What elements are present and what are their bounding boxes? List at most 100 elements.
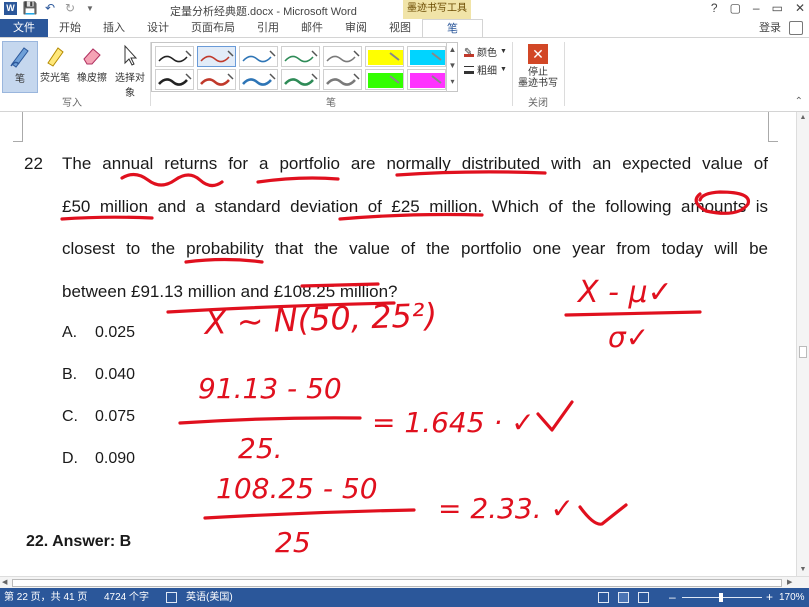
login-link[interactable]: 登录 [759, 19, 781, 38]
customize-icon[interactable]: ▼ [83, 1, 97, 15]
ink-calc2-result: = 2.33. ✓ [438, 492, 574, 525]
eraser-tool-button[interactable]: 橡皮擦 [74, 41, 110, 93]
ink-fraction-bar-1 [178, 416, 362, 425]
zoom-out-button[interactable]: – [669, 588, 676, 607]
pen-swatch-pen[interactable] [239, 69, 278, 90]
answer-line: 22. Answer: B [26, 533, 132, 550]
window-title: 定量分析经典题.docx - Microsoft Word [170, 6, 357, 18]
pen-swatch-pen[interactable] [281, 46, 320, 67]
tab-pen[interactable]: 笔 [422, 19, 483, 37]
ink-underline-portfolio [256, 176, 340, 184]
question-number: 22 [24, 154, 43, 173]
pen-swatch-pen[interactable] [323, 46, 362, 67]
ink-calc2-denominator: 25 [275, 526, 311, 559]
stop-label-2: 墨迹书写 [518, 78, 558, 89]
chevron-down-icon: ▼ [500, 48, 507, 55]
pen-swatch-pen[interactable] [323, 69, 362, 90]
color-label: 颜色 [477, 48, 497, 59]
pen-tool-label: 笔 [15, 74, 25, 85]
pen-swatch-highlighter[interactable] [407, 69, 446, 90]
context-tab-group-title: 墨迹书写工具 [403, 0, 471, 19]
pen-swatch-pen[interactable] [155, 46, 194, 67]
language[interactable]: 英语(美国) [186, 588, 233, 607]
print-layout-icon[interactable] [618, 592, 629, 603]
vertical-scrollbar[interactable]: ▲ ▼ [796, 112, 809, 576]
document-page[interactable]: 22 The annual returns for a portfolio ar… [0, 112, 796, 576]
collapse-ribbon-icon[interactable]: ⌃ [795, 96, 803, 107]
select-objects-button[interactable]: 选择对象 [111, 41, 149, 99]
redo-icon[interactable]: ↻ [63, 1, 77, 15]
ink-calc1-denominator: 25. [238, 432, 283, 465]
highlighter-tool-button[interactable]: 荧光笔 [37, 41, 73, 93]
pen-swatch-pen[interactable] [197, 69, 236, 90]
quick-access-toolbar: W 💾 ↶ ↻ ▼ [4, 1, 97, 15]
scroll-up-icon[interactable]: ▲ [797, 112, 809, 124]
pen-swatch-pen[interactable] [155, 69, 194, 90]
web-layout-icon[interactable] [638, 592, 649, 603]
write-group-label: 写入 [62, 98, 82, 109]
scroll-down-icon[interactable]: ▼ [797, 564, 809, 576]
option-b-value: 0.040 [95, 366, 136, 383]
ink-check-1 [536, 400, 574, 432]
tab-file[interactable]: 文件 [0, 19, 48, 37]
gallery-up-icon[interactable]: ▲ [447, 42, 458, 58]
stop-label-1: 停止 [528, 67, 548, 78]
stop-inking-button[interactable]: ✕ 停止 墨迹书写 [518, 42, 558, 89]
tab-references[interactable]: 引用 [246, 19, 290, 37]
option-a-letter: A. [62, 324, 78, 341]
ink-calc1-result: = 1.645 · ✓ [372, 406, 535, 439]
word-logo-icon: W [4, 1, 17, 15]
tab-insert[interactable]: 插入 [92, 19, 136, 37]
tab-view[interactable]: 视图 [378, 19, 422, 37]
help-button[interactable]: ? [711, 1, 718, 15]
margin-marker-right [768, 112, 778, 142]
ink-underline-50-million [60, 215, 154, 221]
word-count[interactable]: 4724 个字 [104, 588, 149, 607]
undo-icon[interactable]: ↶ [43, 1, 57, 15]
scroll-down-group: ▼ [797, 564, 809, 576]
tab-home[interactable]: 开始 [48, 19, 92, 37]
pen-group-label: 笔 [326, 98, 336, 109]
close-x-icon: ✕ [528, 44, 548, 64]
ink-underline-probability [184, 257, 264, 264]
tab-review[interactable]: 审阅 [334, 19, 378, 37]
account-icon[interactable] [789, 21, 803, 35]
zoom-level[interactable]: 170% [779, 588, 805, 607]
read-mode-icon[interactable] [598, 592, 609, 603]
pen-swatch-highlighter[interactable] [365, 69, 404, 90]
restore-button[interactable]: ▭ [772, 1, 783, 15]
pen-swatch-pen[interactable] [197, 46, 236, 67]
minimize-button[interactable]: – [753, 1, 760, 15]
horizontal-scroll-thumb[interactable] [12, 579, 782, 587]
ink-calc2-numerator: 108.25 - 50 [216, 472, 378, 505]
group-divider [564, 42, 565, 106]
tab-design[interactable]: 设计 [136, 19, 180, 37]
color-dropdown[interactable]: ✎ 颜色 ▼ [464, 44, 507, 59]
zoom-in-button[interactable]: + [766, 588, 773, 607]
pen-swatch-pen[interactable] [239, 46, 278, 67]
window-controls: ? ▢ – ▭ ✕ [711, 1, 805, 15]
thickness-dropdown[interactable]: 粗细 ▼ [464, 62, 507, 77]
gallery-more-icon[interactable]: ▾ [447, 74, 458, 90]
page-count[interactable]: 第 22 页，共 41 页 [4, 588, 87, 607]
option-c-letter: C. [62, 408, 78, 425]
horizontal-scrollbar[interactable]: ◀ ▶ [0, 576, 809, 588]
option-b-letter: B. [62, 366, 78, 383]
close-button[interactable]: ✕ [795, 1, 805, 15]
save-icon[interactable]: 💾 [23, 1, 38, 15]
vertical-scroll-thumb[interactable] [799, 346, 807, 358]
option-d-value: 0.090 [95, 450, 136, 467]
pen-swatch-highlighter[interactable] [407, 46, 446, 67]
pen-tool-button[interactable]: 笔 [2, 41, 38, 93]
pen-swatch-highlighter[interactable] [365, 46, 404, 67]
title-bar: W 💾 ↶ ↻ ▼ 定量分析经典题.docx - Microsoft Word … [0, 0, 809, 19]
ribbon-pen-panel: 笔 荧光笔 橡皮擦 选择对象 写入 ▲ ▼ ▾ ✎ 颜色 ▼ 粗细 ▼ 笔 ✕ [0, 38, 809, 112]
ribbon-display-button[interactable]: ▢ [730, 1, 741, 15]
gallery-down-icon[interactable]: ▼ [447, 58, 458, 74]
tab-mailings[interactable]: 邮件 [290, 19, 334, 37]
pen-swatch-pen[interactable] [281, 69, 320, 90]
zoom-slider-knob[interactable] [719, 593, 723, 602]
tab-page-layout[interactable]: 页面布局 [180, 19, 246, 37]
option-c-value: 0.075 [95, 408, 136, 425]
proofing-icon[interactable] [166, 592, 177, 603]
